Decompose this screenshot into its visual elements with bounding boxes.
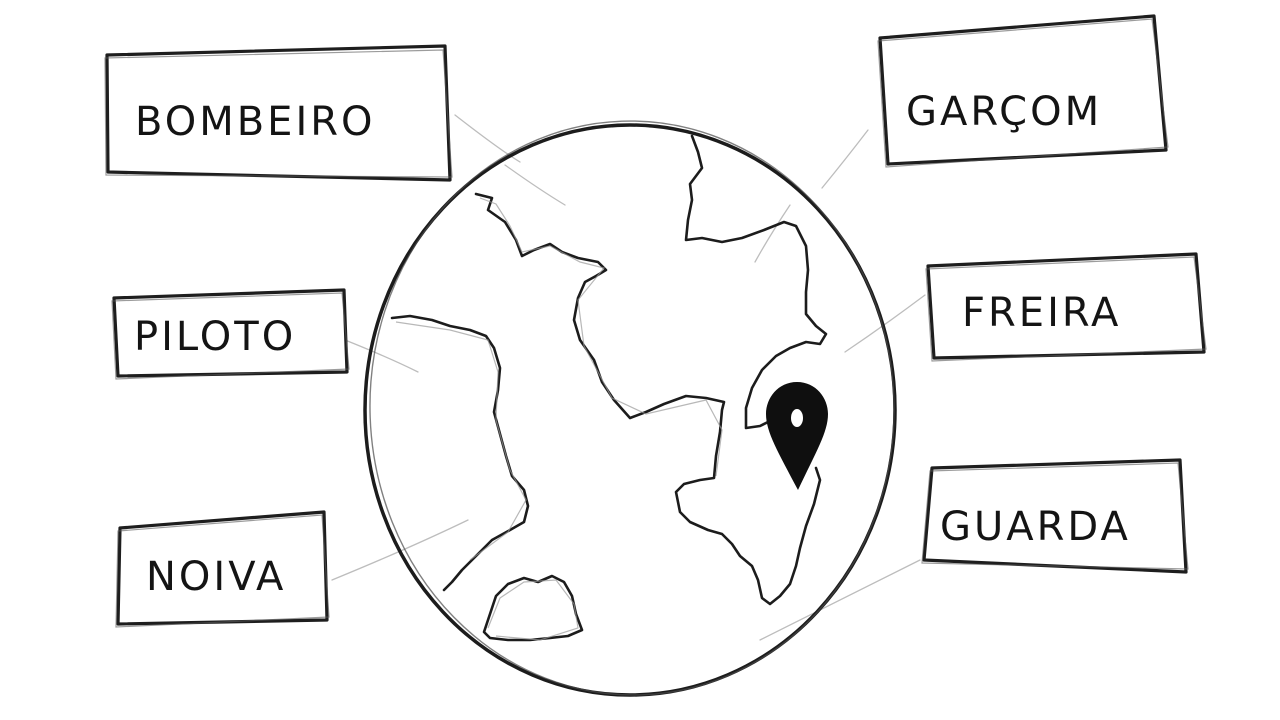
label-box-freira: FREIRA	[925, 252, 1207, 362]
label-box-garcom: GARÇOM	[877, 14, 1169, 168]
continent-south-island	[482, 574, 584, 642]
label-piloto: PILOTO	[134, 314, 296, 360]
label-box-noiva: NOIVA	[115, 510, 330, 628]
label-noiva: NOIVA	[146, 554, 286, 600]
connector-freira	[844, 294, 926, 353]
continent-west-echo	[395, 321, 527, 561]
pin-hole	[791, 409, 803, 427]
label-box-bombeiro: BOMBEIRO	[104, 44, 453, 182]
connector-bombeiro-2	[504, 164, 566, 206]
label-box-guarda: GUARDA	[921, 458, 1189, 574]
label-bombeiro: BOMBEIRO	[135, 99, 376, 145]
connector-guarda	[759, 559, 921, 641]
label-guarda: GUARDA	[940, 504, 1131, 550]
profession-globe-sketch: BOMBEIRO PILOTO NOIVA GARÇOM FREIRA GUAR…	[104, 14, 1207, 697]
connector-piloto	[344, 339, 419, 373]
continent-west	[390, 314, 530, 592]
label-box-piloto: PILOTO	[111, 288, 350, 380]
connector-garcom-2	[754, 204, 791, 263]
continent-north	[474, 192, 822, 606]
connectors	[331, 114, 926, 641]
label-garcom: GARÇOM	[906, 89, 1102, 135]
label-freira: FREIRA	[962, 290, 1121, 336]
connector-garcom	[821, 129, 869, 189]
